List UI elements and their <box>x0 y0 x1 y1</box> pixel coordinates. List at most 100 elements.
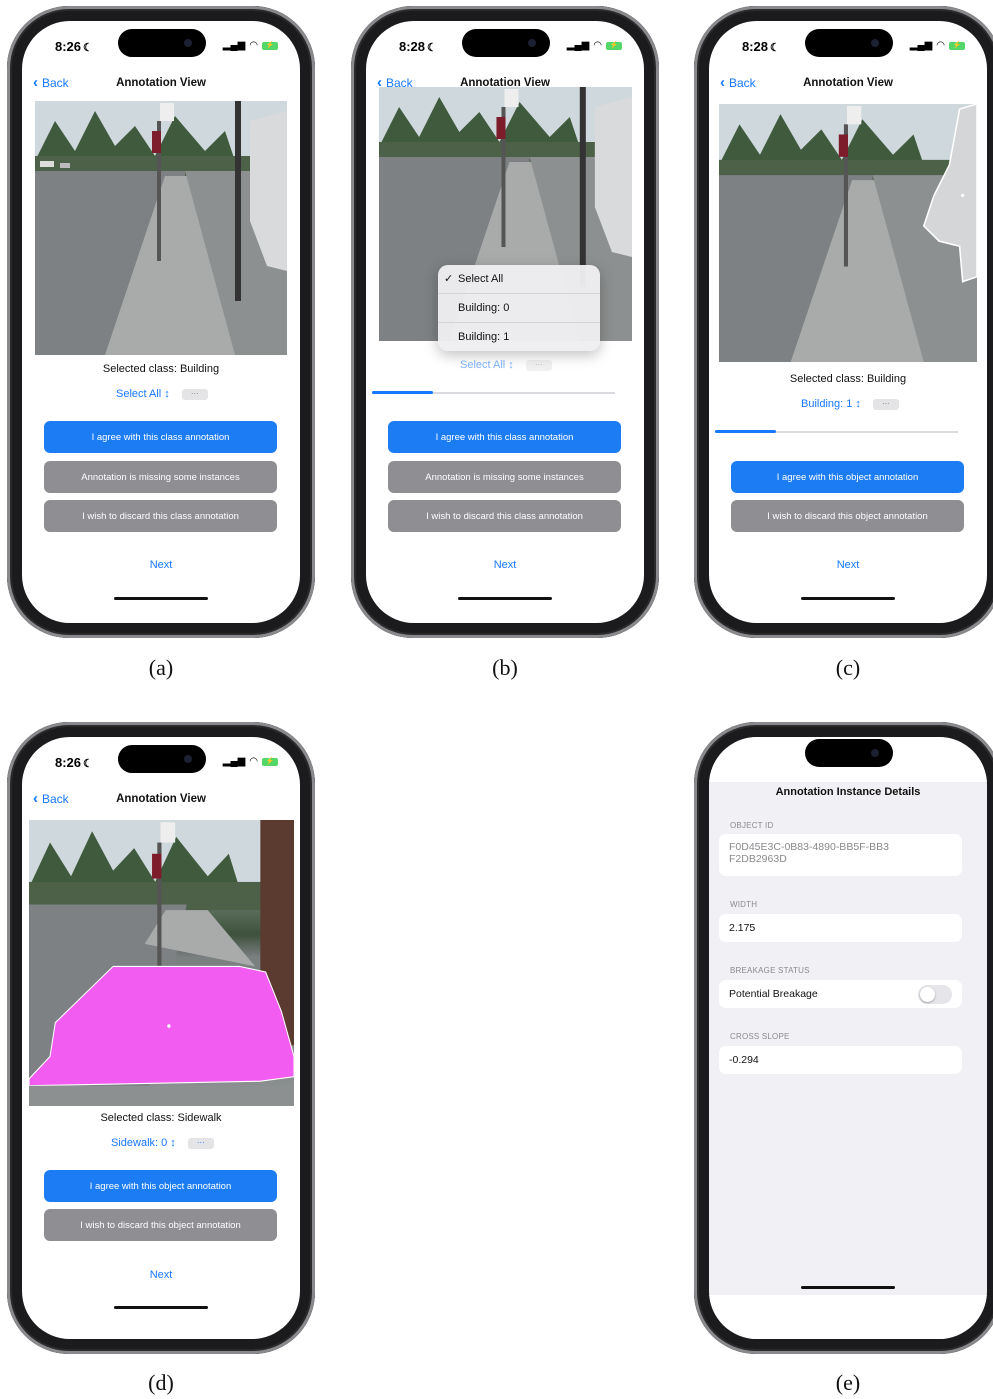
progress-bar <box>715 430 958 433</box>
annotation-image[interactable] <box>719 104 977 362</box>
cross-slope-field[interactable]: -0.294 <box>719 1046 962 1074</box>
picker-label[interactable]: Select All ↕ <box>116 388 170 400</box>
annotation-image[interactable] <box>35 101 287 355</box>
breakage-status-label: BREAKAGE STATUS <box>730 966 810 975</box>
class-picker[interactable]: Select All ↕ ··· <box>116 388 208 400</box>
nav-title: Annotation View <box>116 793 206 805</box>
class-dropdown-menu: ✓ Select All Building: 0 Building: 1 <box>438 265 600 351</box>
breakage-toggle[interactable] <box>918 985 952 1004</box>
annotation-image[interactable] <box>29 820 294 1106</box>
object-id-value: F0D45E3C-0B83-4890-BB5F-BB3F2DB2963D <box>729 841 889 865</box>
street-photo <box>29 820 294 1106</box>
home-indicator <box>114 1306 208 1309</box>
selected-class-label: Selected class: Building <box>102 363 220 375</box>
discard-object-button[interactable]: I wish to discard this object annotation <box>44 1209 277 1241</box>
object-id-field[interactable]: F0D45E3C-0B83-4890-BB5F-BB3F2DB2963D <box>719 834 962 876</box>
phone-frame-e: Annotation Instance Details OBJECT ID F0… <box>694 722 993 1354</box>
class-picker[interactable]: Building: 1 ↕ ··· <box>801 398 899 410</box>
home-indicator <box>114 597 208 600</box>
discard-class-button[interactable]: I wish to discard this class annotation <box>388 500 621 532</box>
more-options-button[interactable]: ··· <box>525 359 552 371</box>
phone-frame-a: 8:26 ☾ ▂▄▆ ◠ ⚡ ‹ Back Annotation View Select… <box>7 6 315 638</box>
agree-class-button[interactable]: I agree with this class annotation <box>44 421 277 453</box>
caption-a: (a) <box>148 655 174 680</box>
street-photo <box>719 104 977 362</box>
signal-icon: ▂▄▆ <box>222 40 246 51</box>
nav-title: Annotation View <box>116 77 206 89</box>
status-icons: ▂▄▆ ◠ ⚡ <box>223 40 278 51</box>
dynamic-island <box>118 29 206 57</box>
width-field[interactable]: 2.175 <box>719 914 962 942</box>
home-indicator <box>801 597 895 600</box>
selected-class-label: Selected class: Building <box>789 373 907 385</box>
wifi-icon: ◠ <box>249 40 258 51</box>
cross-slope-label: CROSS SLOPE <box>730 1032 790 1041</box>
screen-a: 8:26 ☾ ▂▄▆ ◠ ⚡ ‹ Back Annotation View Select… <box>22 21 300 623</box>
wifi-icon: ◠ <box>593 40 602 51</box>
discard-object-button[interactable]: I wish to discard this object annotation <box>731 500 964 532</box>
agree-object-button[interactable]: I agree with this object annotation <box>44 1170 277 1202</box>
picker-label[interactable]: Select All ↕ <box>460 359 514 371</box>
breakage-row-label: Potential Breakage <box>729 988 818 1000</box>
checkmark-icon: ✓ <box>444 273 454 285</box>
status-time: 8:28 ☾ <box>742 39 780 54</box>
status-time: 8:26 ☾ <box>55 39 93 54</box>
instance-center-dot <box>167 1024 171 1028</box>
nav-title: Annotation View <box>803 77 893 89</box>
picker-label[interactable]: Sidewalk: 0 ↕ <box>111 1137 176 1149</box>
battery-icon: ⚡ <box>262 757 278 766</box>
moon-icon: ☾ <box>427 42 437 54</box>
battery-icon: ⚡ <box>606 41 622 50</box>
instance-center-dot <box>961 193 965 198</box>
status-icons: ▂▄▆ ◠ ⚡ <box>910 40 965 51</box>
moon-icon: ☾ <box>83 42 93 54</box>
menu-item-building-0[interactable]: Building: 0 <box>438 294 600 323</box>
more-options-button[interactable]: ··· <box>187 1137 214 1149</box>
agree-class-button[interactable]: I agree with this class annotation <box>388 421 621 453</box>
caption-c: (c) <box>835 655 861 680</box>
next-button[interactable]: Next <box>22 559 300 571</box>
dynamic-island <box>462 29 550 57</box>
signal-icon: ▂▄▆ <box>222 756 246 767</box>
class-picker[interactable]: Sidewalk: 0 ↕ ··· <box>111 1137 214 1149</box>
wifi-icon: ◠ <box>936 40 945 51</box>
next-button[interactable]: Next <box>22 1269 300 1281</box>
battery-icon: ⚡ <box>949 41 965 50</box>
status-time: 8:28 ☾ <box>399 39 437 54</box>
phone-frame-d: 8:26 ☾ ▂▄▆ ◠ ⚡ ‹ Back Annotation View Select… <box>7 722 315 1354</box>
menu-item-label: Building: 0 <box>458 302 510 314</box>
signal-icon: ▂▄▆ <box>909 40 933 51</box>
wifi-icon: ◠ <box>249 756 258 767</box>
missing-instances-button[interactable]: Annotation is missing some instances <box>44 461 277 493</box>
more-options-button[interactable]: ··· <box>872 398 899 410</box>
status-icons: ▂▄▆ ◠ ⚡ <box>567 40 622 51</box>
caption-e: (e) <box>835 1370 861 1395</box>
caption-d: (d) <box>148 1370 174 1395</box>
caption-b: (b) <box>492 655 518 680</box>
battery-icon: ⚡ <box>262 41 278 50</box>
menu-item-label: Building: 1 <box>458 331 510 343</box>
next-button[interactable]: Next <box>366 559 644 571</box>
object-id-label: OBJECT ID <box>730 821 774 830</box>
menu-item-label: Select All <box>458 273 504 285</box>
picker-label[interactable]: Building: 1 ↕ <box>801 398 861 410</box>
missing-instances-button[interactable]: Annotation is missing some instances <box>388 461 621 493</box>
class-picker[interactable]: Select All ↕ ··· <box>460 359 552 371</box>
phone-frame-b: 8:28 ☾ ▂▄▆ ◠ ⚡ ‹ Back Annotation View Select… <box>351 6 659 638</box>
moon-icon: ☾ <box>83 758 93 770</box>
street-photo <box>35 101 287 355</box>
cross-slope-value: -0.294 <box>729 1054 759 1066</box>
more-options-button[interactable]: ··· <box>181 388 208 400</box>
selected-class-label: Selected class: Sidewalk <box>100 1112 222 1124</box>
agree-object-button[interactable]: I agree with this object annotation <box>731 461 964 493</box>
phone-frame-c: 8:28 ☾ ▂▄▆ ◠ ⚡ ‹ Back Annotation View Select… <box>694 6 993 638</box>
details-title: Annotation Instance Details <box>775 786 921 798</box>
breakage-row: Potential Breakage <box>719 980 962 1008</box>
menu-item-select-all[interactable]: ✓ Select All <box>438 265 600 294</box>
menu-item-building-1[interactable]: Building: 1 <box>438 323 600 351</box>
screen-b: 8:28 ☾ ▂▄▆ ◠ ⚡ ‹ Back Annotation View Select… <box>366 21 644 623</box>
home-indicator <box>458 597 552 600</box>
next-button[interactable]: Next <box>709 559 987 571</box>
progress-bar <box>372 391 615 394</box>
discard-class-button[interactable]: I wish to discard this class annotation <box>44 500 277 532</box>
